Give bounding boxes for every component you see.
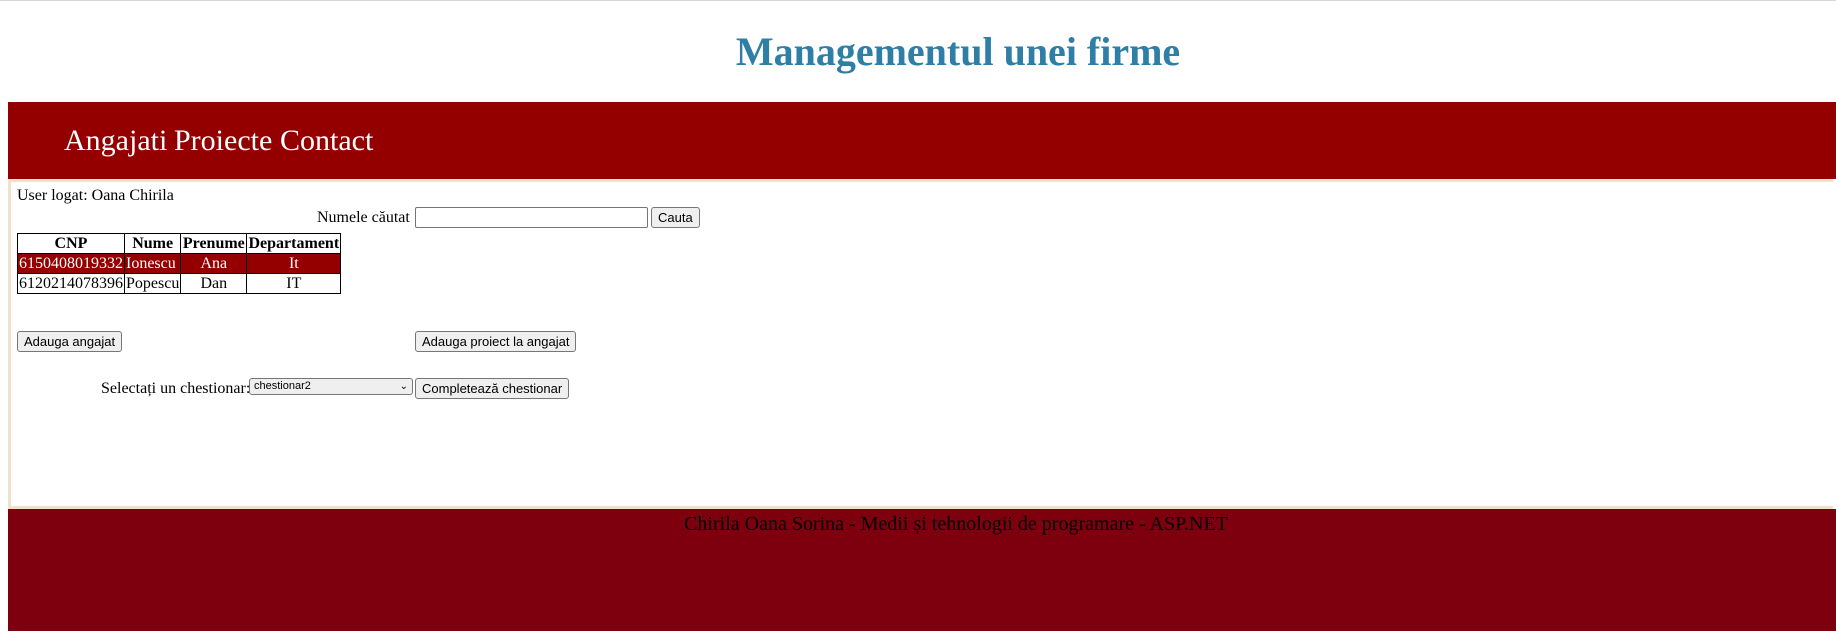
column-header-prenume[interactable]: Prenume	[180, 233, 248, 254]
cell-nume: Ionescu	[123, 253, 182, 274]
table-header-row: CNP Nume Prenume Departament	[17, 233, 342, 254]
main-content: User logat: Oana Chirila Numele căutat C…	[8, 179, 1833, 509]
main-navbar: Angajati Proiecte Contact	[8, 102, 1836, 179]
nav-item-contact[interactable]: Contact	[280, 124, 373, 158]
page-title: Managementul unei firme	[735, 29, 1181, 74]
complete-questionnaire-button[interactable]: Completează chestionar	[415, 378, 570, 399]
questionnaire-select[interactable]: chestionar2 ⌄	[249, 378, 413, 395]
chevron-down-icon: ⌄	[399, 381, 408, 392]
column-header-cnp[interactable]: CNP	[17, 233, 125, 254]
cell-prenume: Ana	[180, 253, 248, 274]
cell-departament: IT	[246, 273, 342, 294]
cell-nume: Popescu	[123, 273, 182, 294]
employees-table: CNP Nume Prenume Departament 61504080193…	[17, 233, 342, 294]
cell-cnp: 6150408019332	[17, 253, 125, 274]
questionnaire-label: Selectați un chestionar:	[101, 380, 251, 397]
column-header-departament[interactable]: Departament	[246, 233, 342, 254]
search-label: Numele căutat	[317, 209, 410, 226]
logged-user-label: User logat: Oana Chirila	[17, 187, 174, 204]
nav-item-proiecte[interactable]: Proiecte	[174, 124, 272, 158]
questionnaire-selected-value: chestionar2	[254, 380, 311, 392]
cell-prenume: Dan	[180, 273, 248, 294]
table-row[interactable]: 6120214078396 Popescu Dan IT	[17, 273, 342, 294]
cell-cnp: 6120214078396	[17, 273, 125, 294]
cell-departament: It	[246, 253, 342, 274]
top-divider	[0, 0, 1836, 1]
footer-text: Chirila Oana Sorina - Medii și tehnologi…	[684, 513, 1228, 535]
column-header-nume[interactable]: Nume	[123, 233, 182, 254]
table-row[interactable]: 6150408019332 Ionescu Ana It	[17, 253, 342, 274]
nav-item-angajati[interactable]: Angajati	[64, 124, 167, 158]
search-input[interactable]	[415, 207, 648, 228]
search-button[interactable]: Cauta	[651, 207, 700, 228]
add-employee-button[interactable]: Adauga angajat	[17, 331, 123, 352]
page-footer: Chirila Oana Sorina - Medii și tehnologi…	[8, 509, 1836, 631]
add-project-button[interactable]: Adauga proiect la angajat	[415, 331, 577, 352]
